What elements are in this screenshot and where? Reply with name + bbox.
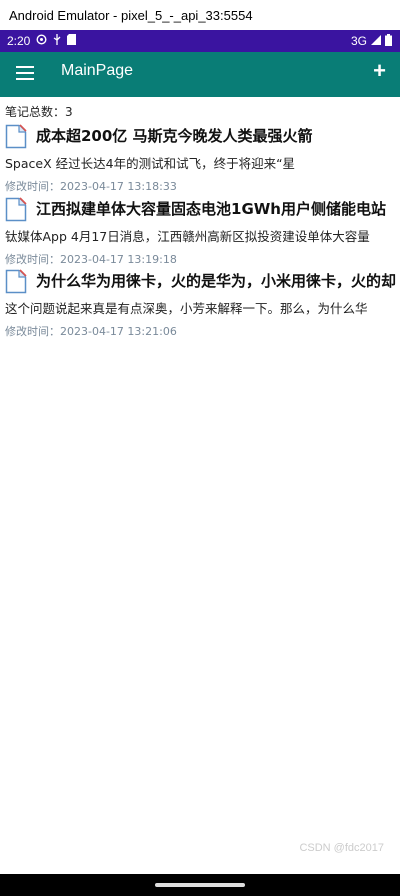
note-time: 修改时间：2023-04-17 13:19:18 [5,253,177,266]
note-body: 钛媒体App 4月17日消息，江西赣州高新区拟投资建设单体大容量 [5,229,370,244]
document-icon [5,269,27,294]
settings-status-icon [36,34,47,48]
home-gesture-handle[interactable] [155,883,245,887]
app-bar-title: MainPage [61,62,134,79]
note-time: 修改时间：2023-04-17 13:18:33 [5,180,177,193]
status-time: 2:20 [7,34,31,48]
network-type: 3G [350,34,367,48]
watermark: CSDN @fdc2017 [299,842,384,854]
app-bar: MainPage + [0,52,400,97]
menu-icon[interactable] [16,66,34,80]
emulator-screen: 2:20 3G MainPage + 笔记总数：3 成本超200亿 马斯克今晚发… [0,30,400,896]
usb-status-icon [53,34,61,48]
note-time: 修改时间：2023-04-17 13:21:06 [5,325,177,338]
note-title: 为什么华为用徕卡，火的是华为，小米用徕卡，火的却 [36,272,397,290]
note-body: 这个问题说起来真是有点深奥，小芳来解释一下。那么，为什么华 [5,301,368,316]
window-title: Android Emulator - pixel_5_-_api_33:5554 [9,7,253,23]
status-right-group: 3G [351,30,392,52]
sd-card-status-icon [67,34,77,48]
add-note-button[interactable]: + [373,58,386,84]
notes-count: 笔记总数：3 [5,105,73,119]
document-icon [5,124,27,149]
note-body: SpaceX 经过长达4年的测试和试飞，终于将迎来“星 [5,156,296,171]
navigation-bar [0,874,400,896]
note-title: 成本超200亿 马斯克今晚发人类最强火箭 [36,127,313,145]
note-title: 江西拟建单体大容量固态电池1GWh用户侧储能电站 [36,200,386,218]
battery-icon [385,33,392,49]
notes-list-area: 笔记总数：3 成本超200亿 马斯克今晚发人类最强火箭 SpaceX 经过长达4… [0,97,400,874]
signal-icon [371,34,381,48]
window-title-bar: Android Emulator - pixel_5_-_api_33:5554 [0,0,400,31]
document-icon [5,197,27,222]
status-bar: 2:20 3G [0,30,400,52]
